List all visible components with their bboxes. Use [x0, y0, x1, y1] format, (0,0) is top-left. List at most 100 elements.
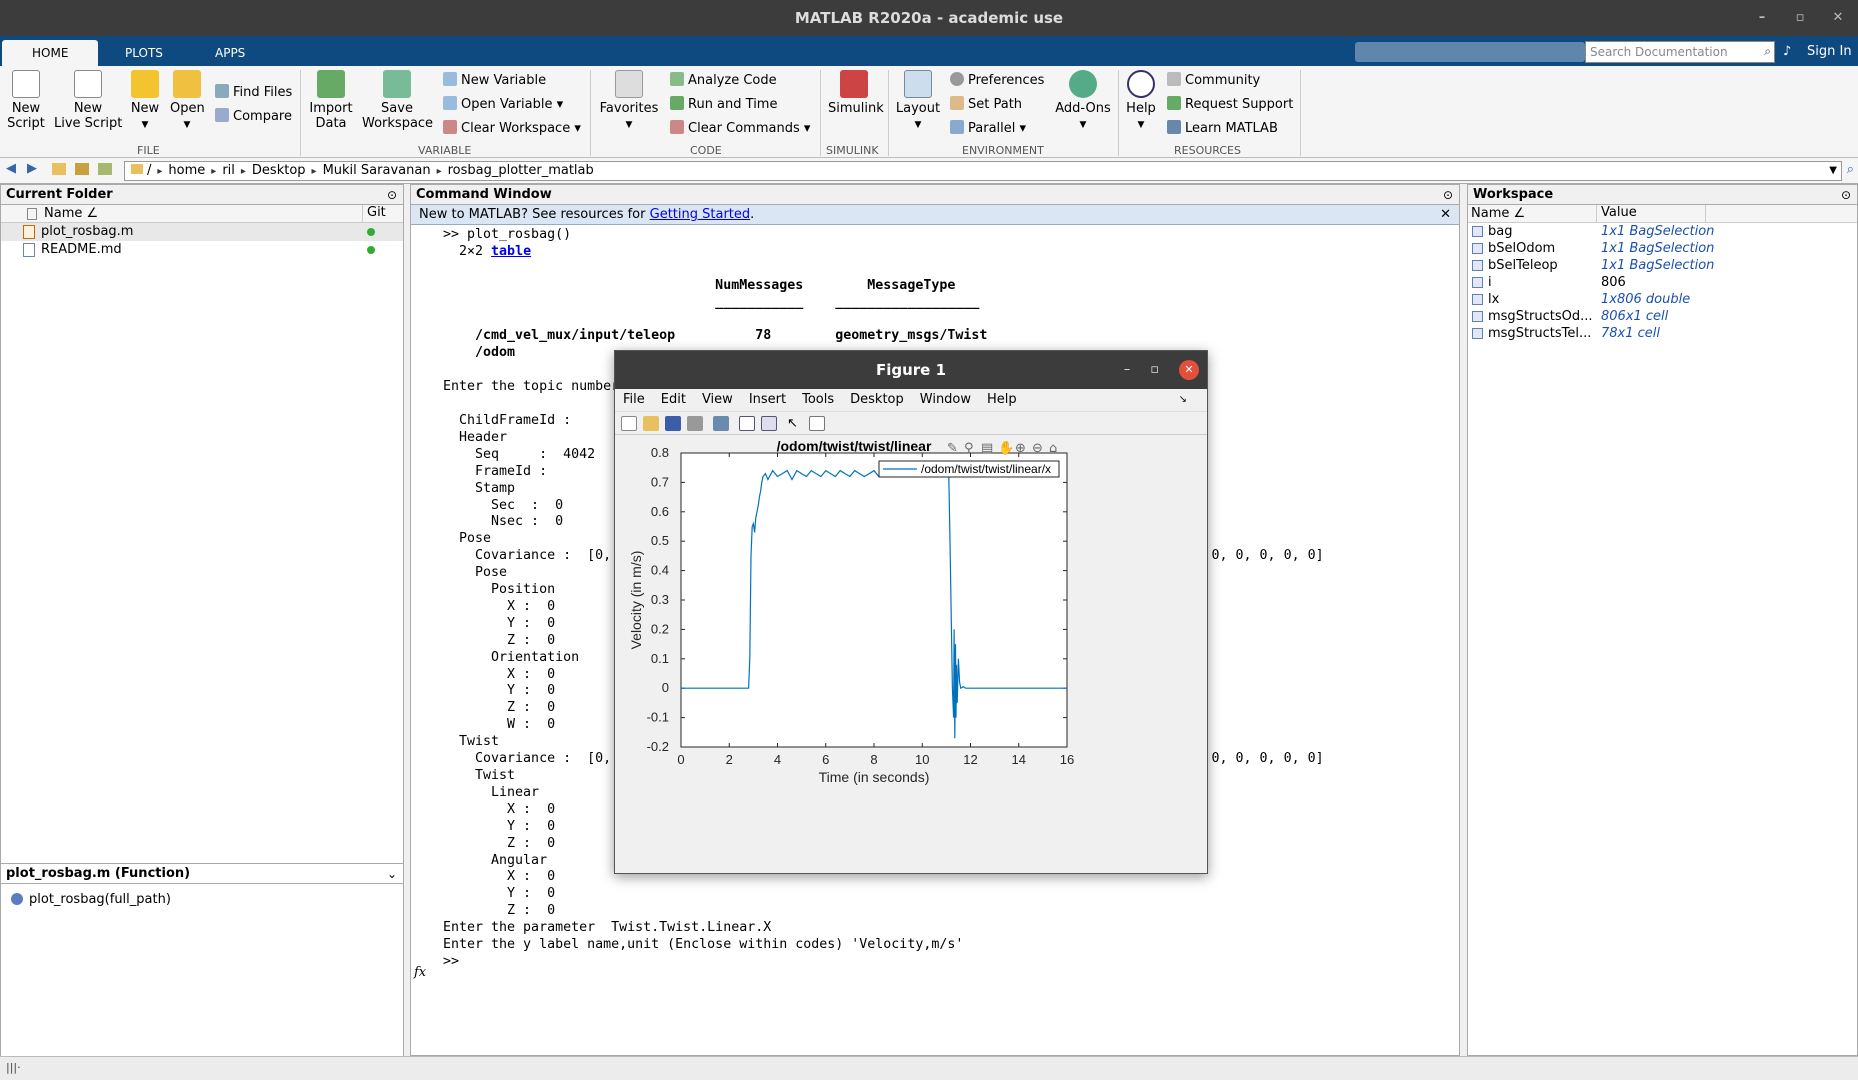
- maximize-icon[interactable]: ▫: [1150, 351, 1159, 389]
- path-segment[interactable]: /: [147, 163, 151, 178]
- menu-desktop[interactable]: Desktop: [850, 392, 904, 407]
- workspace-variable-row[interactable]: bSelTeleop 1x1 BagSelection: [1468, 257, 1857, 274]
- colorbar-icon[interactable]: [739, 416, 755, 431]
- menu-window[interactable]: Window: [920, 392, 971, 407]
- close-icon[interactable]: ✕: [1440, 205, 1451, 225]
- pointer-icon[interactable]: ↖: [787, 416, 803, 431]
- function-browser-icon[interactable]: fx: [414, 965, 426, 980]
- path-segment[interactable]: Mukil Saravanan: [323, 163, 431, 178]
- folder-history-icon[interactable]: [98, 163, 112, 175]
- up-folder-icon[interactable]: [52, 163, 66, 175]
- workspace-variable-row[interactable]: i 806: [1468, 274, 1857, 291]
- col-name[interactable]: Name ∠: [1471, 206, 1525, 221]
- help-button[interactable]: Help ▼: [1124, 70, 1158, 133]
- maximize-icon[interactable]: ▫: [1790, 0, 1810, 36]
- clear-workspace-button[interactable]: Clear Workspace ▾: [443, 120, 581, 138]
- path-segment[interactable]: Desktop: [252, 163, 306, 178]
- col-git[interactable]: Git: [362, 205, 386, 223]
- dock-arrow-icon[interactable]: ↘: [1179, 389, 1187, 411]
- panel-menu-icon[interactable]: ⊙: [387, 185, 397, 205]
- axes-toolbar-icon[interactable]: ⌂: [1049, 441, 1057, 456]
- panel-menu-icon[interactable]: ⊙: [1443, 185, 1453, 205]
- tab-apps[interactable]: APPS: [185, 40, 275, 66]
- set-path-button[interactable]: Set Path: [950, 96, 1022, 114]
- axes-toolbar-icon[interactable]: ✋: [998, 440, 1014, 456]
- menu-edit[interactable]: Edit: [661, 392, 686, 407]
- axes-toolbar-icon[interactable]: ⚲: [964, 441, 974, 456]
- chevron-down-icon[interactable]: ⌄: [387, 864, 397, 884]
- file-row[interactable]: plot_rosbag.m: [1, 223, 403, 241]
- browse-folder-icon[interactable]: [75, 163, 89, 175]
- new-script-button[interactable]: New Script: [6, 70, 46, 131]
- search-documentation-input[interactable]: Search Documentation ⌕: [1585, 41, 1775, 63]
- workspace-variable-row[interactable]: msgStructsTel... 78x1 cell: [1468, 325, 1857, 342]
- figure-titlebar[interactable]: Figure 1 – ▫ ✕: [615, 351, 1207, 389]
- menu-view[interactable]: View: [702, 392, 733, 407]
- analyze-code-button[interactable]: Analyze Code: [670, 72, 777, 90]
- layout-button[interactable]: Layout ▼: [895, 70, 941, 133]
- tab-home[interactable]: HOME: [2, 40, 99, 66]
- search-icon[interactable]: ⌕: [1764, 44, 1771, 59]
- sign-in-link[interactable]: Sign In: [1807, 44, 1852, 59]
- forward-arrow-icon[interactable]: ▶: [27, 161, 37, 176]
- line-chart[interactable]: 0 2 4 6 8 10 12 14 16 -0.2 -0.1 0 0.1 0.2 0.3 0.4 0.5 0.6…: [615, 438, 1207, 873]
- run-and-time-button[interactable]: Run and Time: [670, 96, 777, 114]
- back-arrow-icon[interactable]: ◀: [6, 161, 16, 176]
- find-files-button[interactable]: Find Files: [215, 84, 292, 102]
- new-live-script-button[interactable]: New Live Script: [54, 70, 122, 131]
- panel-menu-icon[interactable]: ⊙: [1841, 185, 1851, 205]
- menu-tools[interactable]: Tools: [802, 392, 834, 407]
- minimize-icon[interactable]: –: [1752, 0, 1772, 36]
- tab-plots[interactable]: PLOTS: [95, 40, 193, 66]
- new-variable-button[interactable]: New Variable: [443, 72, 546, 90]
- open-file-icon[interactable]: [643, 416, 659, 431]
- new-button[interactable]: New ▼: [130, 70, 160, 133]
- addons-button[interactable]: Add-Ons ▼: [1055, 70, 1111, 133]
- search-icon[interactable]: ⌕: [1847, 162, 1854, 177]
- table-link[interactable]: table: [491, 244, 531, 259]
- workspace-variable-row[interactable]: msgStructsOd... 806x1 cell: [1468, 308, 1857, 325]
- quick-access-toolbar[interactable]: [1355, 42, 1585, 62]
- close-icon[interactable]: ✕: [1179, 360, 1199, 380]
- compare-button[interactable]: Compare: [215, 108, 292, 126]
- menu-insert[interactable]: Insert: [749, 392, 786, 407]
- path-dropdown-icon[interactable]: ▼: [1829, 162, 1837, 180]
- workspace-variable-row[interactable]: lx 1x806 double: [1468, 291, 1857, 308]
- notification-bell-icon[interactable]: ♪: [1783, 44, 1791, 59]
- workspace-variable-row[interactable]: bSelOdom 1x1 BagSelection: [1468, 240, 1857, 257]
- col-name[interactable]: Name ∠: [44, 206, 98, 221]
- path-segment[interactable]: rosbag_plotter_matlab: [448, 163, 594, 178]
- axes-toolbar-icon[interactable]: ⊖: [1032, 441, 1043, 456]
- getting-started-link[interactable]: Getting Started: [650, 207, 751, 222]
- workspace-variable-row[interactable]: bag 1x1 BagSelection: [1468, 223, 1857, 240]
- axes-toolbar-icon[interactable]: ▤: [981, 441, 993, 456]
- save-icon[interactable]: [665, 416, 681, 431]
- simulink-button[interactable]: Simulink: [828, 70, 884, 116]
- property-inspector-icon[interactable]: [809, 416, 825, 431]
- path-segment[interactable]: ril: [222, 163, 235, 178]
- preferences-button[interactable]: Preferences: [950, 72, 1044, 90]
- clear-commands-button[interactable]: Clear Commands ▾: [670, 120, 810, 138]
- details-header[interactable]: plot_rosbag.m (Function) ⌄: [1, 864, 403, 884]
- path-segment[interactable]: home: [168, 163, 205, 178]
- open-variable-button[interactable]: Open Variable ▾: [443, 96, 563, 114]
- learn-matlab-button[interactable]: Learn MATLAB: [1167, 120, 1278, 138]
- parallel-button[interactable]: Parallel ▾: [950, 120, 1026, 138]
- request-support-button[interactable]: Request Support: [1167, 96, 1293, 114]
- file-row[interactable]: README.md: [1, 241, 403, 259]
- save-workspace-button[interactable]: Save Workspace: [362, 70, 433, 131]
- axes-toolbar-icon[interactable]: ✎: [947, 441, 958, 456]
- menu-help[interactable]: Help: [987, 392, 1017, 407]
- import-data-button[interactable]: Import Data: [308, 70, 354, 131]
- community-button[interactable]: Community: [1167, 72, 1260, 90]
- plot-area[interactable]: 0 2 4 6 8 10 12 14 16 -0.2 -0.1 0 0.1 0.2 0.3 0.4 0.5 0.6…: [615, 438, 1207, 873]
- favorites-button[interactable]: Favorites ▼: [598, 70, 660, 133]
- menu-file[interactable]: File: [623, 392, 645, 407]
- legend-icon[interactable]: [761, 416, 777, 431]
- axes-toolbar-icon[interactable]: ⊕: [1015, 441, 1026, 456]
- current-path-input[interactable]: / ▸ home ▸ ril ▸ Desktop ▸ Mukil Saravanan ▸ rosba…: [124, 161, 1842, 181]
- new-figure-icon[interactable]: [621, 416, 637, 431]
- print-icon[interactable]: [687, 416, 703, 431]
- close-icon[interactable]: ✕: [1828, 0, 1848, 36]
- minimize-icon[interactable]: –: [1124, 351, 1131, 389]
